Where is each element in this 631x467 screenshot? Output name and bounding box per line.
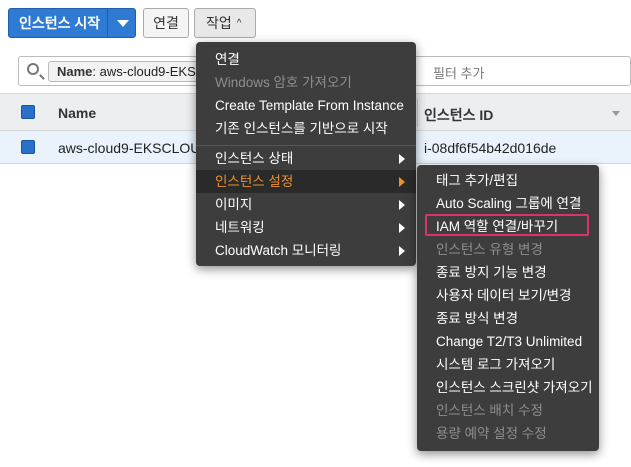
actions-button[interactable]: 작업 ^ xyxy=(194,8,256,38)
caret-up-icon: ^ xyxy=(236,17,242,29)
menu-item-instance-settings-label: 인스턴스 설정 xyxy=(215,174,294,189)
menu-item-add-edit-tags[interactable]: 태그 추가/편집 xyxy=(417,169,599,192)
filter-token-value: : aws-cloud9-EKS xyxy=(92,64,196,79)
row-checkbox[interactable] xyxy=(21,140,35,154)
menu-item-create-template[interactable]: Create Template From Instance xyxy=(196,94,416,117)
menu-item-attach-autoscaling-group[interactable]: Auto Scaling 그룹에 연결 xyxy=(417,192,599,215)
menu-item-change-instance-type: 인스턴스 유형 변경 xyxy=(436,242,543,257)
chevron-right-icon xyxy=(399,246,405,256)
chevron-right-icon xyxy=(399,223,405,233)
chevron-right-icon xyxy=(399,154,405,164)
filter-token-key: Name xyxy=(57,64,93,79)
menu-item-launch-more-like-this[interactable]: 기존 인스턴스를 기반으로 시작 xyxy=(196,117,416,140)
menu-item-connect[interactable]: 연결 xyxy=(196,48,416,71)
cell-instance-id: i-08df6f54b42d016de xyxy=(424,140,557,156)
menu-item-get-instance-screenshot[interactable]: 인스턴스 스크린샷 가져오기 xyxy=(417,376,599,399)
menu-divider xyxy=(196,145,416,146)
column-header-name[interactable]: Name xyxy=(58,105,96,121)
menu-item-change-t2-t3-unlimited[interactable]: Change T2/T3 Unlimited xyxy=(417,330,599,353)
menu-item-cloudwatch-monitoring[interactable]: CloudWatch 모니터링 xyxy=(196,239,416,262)
menu-item-change-shutdown-behavior[interactable]: 종료 방식 변경 xyxy=(417,307,599,330)
button-divider xyxy=(107,9,108,37)
menu-item-networking-label: 네트워킹 xyxy=(215,220,265,235)
column-divider xyxy=(417,99,418,127)
instance-settings-submenu: 태그 추가/편집 Auto Scaling 그룹에 연결 IAM 역할 연결/바… xyxy=(417,165,599,451)
menu-item-modify-capacity-reservation: 용량 예약 설정 수정 xyxy=(436,426,547,441)
menu-item-change-termination-protection[interactable]: 종료 방지 기능 변경 xyxy=(417,261,599,284)
column-header-instance-id[interactable]: 인스턴스 ID xyxy=(424,105,493,125)
menu-item-get-system-log[interactable]: 시스템 로그 가져오기 xyxy=(417,353,599,376)
filter-token[interactable]: Name: aws-cloud9-EKS xyxy=(48,61,205,82)
menu-item-modify-instance-placement: 인스턴스 배치 수정 xyxy=(436,403,543,418)
launch-dropdown-caret-icon[interactable] xyxy=(117,20,129,27)
menu-item-view-change-user-data[interactable]: 사용자 데이터 보기/변경 xyxy=(417,284,599,307)
connect-button[interactable]: 연결 xyxy=(143,8,189,38)
menu-item-cloudwatch-monitoring-label: CloudWatch 모니터링 xyxy=(215,243,342,258)
chevron-right-icon xyxy=(399,177,405,187)
menu-item-instance-settings[interactable]: 인스턴스 설정 xyxy=(196,170,416,193)
select-all-checkbox[interactable] xyxy=(21,105,35,119)
sort-down-icon[interactable] xyxy=(612,111,620,116)
menu-item-instance-state-label: 인스턴스 상태 xyxy=(215,151,294,166)
menu-item-networking[interactable]: 네트워킹 xyxy=(196,216,416,239)
actions-menu: 연결 Windows 암호 가져오기 Create Template From … xyxy=(196,42,416,266)
chevron-right-icon xyxy=(399,200,405,210)
menu-item-instance-state[interactable]: 인스턴스 상태 xyxy=(196,147,416,170)
launch-instance-button[interactable]: 인스턴스 시작 xyxy=(8,8,136,38)
connect-label: 연결 xyxy=(153,15,179,31)
menu-item-attach-replace-iam-role[interactable]: IAM 역할 연결/바꾸기 xyxy=(417,215,599,238)
menu-item-image-label: 이미지 xyxy=(215,197,253,212)
cell-instance-name: aws-cloud9-EKSCLOUD xyxy=(58,140,211,156)
launch-instance-label: 인스턴스 시작 xyxy=(19,15,101,31)
actions-label: 작업 xyxy=(206,15,232,31)
menu-item-get-windows-password: Windows 암호 가져오기 xyxy=(215,75,352,90)
search-icon xyxy=(27,63,39,75)
menu-item-image[interactable]: 이미지 xyxy=(196,193,416,216)
add-filter-placeholder[interactable]: 필터 추가 xyxy=(433,63,484,82)
